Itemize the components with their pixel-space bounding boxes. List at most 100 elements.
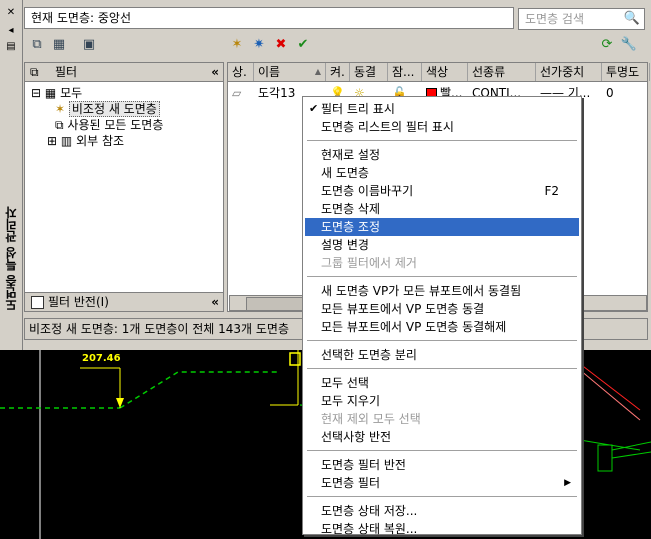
collapse-node-icon[interactable]: ⊟ (31, 86, 41, 100)
menu-item-5-1[interactable]: 도면층 필터 ▶ (305, 474, 579, 492)
layer-transparency[interactable]: 0 (602, 85, 650, 101)
filter-group-icon: ▦ (44, 86, 57, 100)
menu-item-1-3[interactable]: 도면층 삭제 (305, 200, 579, 218)
menu-item-label: 도면층 필터 (321, 476, 381, 490)
menu-item-label: 도면층 상태 복원... (321, 522, 418, 536)
tree-item-used-layers[interactable]: ⧉ 사용된 모든 도면층 (31, 117, 163, 133)
menu-separator (307, 140, 577, 142)
menu-item-label: 그룹 필터에서 제거 (321, 256, 417, 270)
auto-hide-icon[interactable]: ◂ (4, 24, 18, 38)
filter-icon: ✶ (55, 102, 66, 116)
menu-item-6-0[interactable]: 도면층 상태 저장... (305, 502, 579, 520)
xref-icon: ▥ (60, 134, 73, 148)
menu-item-6-1[interactable]: 도면층 상태 복원... (305, 520, 579, 538)
column-name[interactable]: 이름 ▲ (254, 63, 326, 81)
menu-item-0-1[interactable]: 도면층 리스트의 필터 표시 (305, 118, 579, 136)
menu-item-label: 모든 뷰포트에서 VP 도면층 동결해제 (321, 320, 507, 334)
menu-item-label: 선택한 도면층 분리 (321, 348, 417, 362)
layer-context-menu: 필터 트리 표시 ✔ 도면층 리스트의 필터 표시 현재로 설정 새 도면층 도면층 이름… (302, 96, 582, 538)
column-linetype[interactable]: 선종류 (468, 63, 536, 81)
menu-item-label: 도면층 조정 (321, 220, 381, 234)
menu-item-label: 모두 지우기 (321, 394, 381, 408)
menu-separator (307, 368, 577, 370)
menu-item-4-2[interactable]: 현재 제외 모두 선택 (305, 410, 579, 428)
palette-title: 도면층 특성 관리자 (4, 206, 19, 312)
new-property-filter-icon[interactable]: ⧉ (28, 36, 46, 54)
menu-item-0-0[interactable]: 필터 트리 표시 ✔ (305, 100, 579, 118)
menu-separator (307, 276, 577, 278)
filter-header-label: 필터 (55, 65, 78, 79)
menu-item-label: 모두 선택 (321, 376, 369, 390)
menu-separator (307, 450, 577, 452)
layer-search-input[interactable]: 도면층 검색 🔍 (518, 8, 645, 30)
scrollbar-thumb[interactable] (246, 297, 308, 311)
invert-filter-label: 필터 반전(I) (48, 295, 109, 309)
invert-filter-checkbox[interactable] (31, 296, 44, 309)
layer-states-manager-icon[interactable]: ▣ (80, 36, 98, 54)
menu-item-label: 새 도면층 (321, 166, 369, 180)
new-vp-frozen-layer-icon[interactable]: ✷ (250, 36, 268, 54)
menu-item-4-3[interactable]: 선택사항 반전 (305, 428, 579, 446)
menu-item-2-0[interactable]: 새 도면층 VP가 모든 뷰포트에서 동결됨 (305, 282, 579, 300)
column-transparency[interactable]: 투명도 (602, 63, 650, 81)
collapse-filter-bottom-icon[interactable]: « (211, 293, 219, 311)
layer-table-header: 상. 이름 ▲ 켜. 동결 잠... 색상 선종류 선가중치 투명도 (228, 63, 650, 82)
menu-item-label: 도면층 필터 반전 (321, 458, 406, 472)
menu-item-1-4[interactable]: 도면층 조정 (305, 218, 579, 236)
tree-item-all[interactable]: ⊟ ▦ 모두 (31, 85, 163, 101)
menu-item-3-0[interactable]: 선택한 도면층 분리 (305, 346, 579, 364)
tree-item-unreconciled[interactable]: ✶ 비조정 새 도면층 (31, 101, 163, 117)
filter-pane-header: ⧉ 필터 « (25, 63, 223, 82)
filter-icon: ⧉ (55, 118, 64, 132)
column-on[interactable]: 켜. (326, 63, 350, 81)
menu-item-label: 설명 변경 (321, 238, 369, 252)
menu-item-5-0[interactable]: 도면층 필터 반전 (305, 456, 579, 474)
layer-status-icon: ▱ (232, 86, 242, 100)
delete-layer-icon[interactable]: ✖ (272, 36, 290, 54)
set-current-icon[interactable]: ✔ (294, 36, 312, 54)
menu-item-label: 현재로 설정 (321, 148, 381, 162)
refresh-icon[interactable]: ⟳ (598, 36, 616, 54)
checkmark-icon: ✔ (309, 102, 319, 115)
filter-tree-pane[interactable]: ⧉ 필터 « ⊟ ▦ 모두 ✶ 비조정 새 도면층 ⧉ 사용된 모든 도면층 ⊞… (24, 62, 224, 312)
current-layer-label: 현재 도면층: 중앙선 (24, 7, 514, 29)
expand-node-icon[interactable]: ⊞ (47, 134, 57, 148)
menu-item-1-6[interactable]: 그룹 필터에서 제거 (305, 254, 579, 272)
settings-icon[interactable]: 🔧 (620, 36, 638, 54)
submenu-arrow-icon: ▶ (564, 478, 571, 488)
menu-item-1-2[interactable]: 도면층 이름바꾸기 F2 (305, 182, 579, 200)
menu-item-2-2[interactable]: 모든 뷰포트에서 VP 도면층 동결해제 (305, 318, 579, 336)
menu-item-label: 도면층 상태 저장... (321, 504, 418, 518)
menu-item-1-1[interactable]: 새 도면층 (305, 164, 579, 182)
new-layer-icon[interactable]: ✶ (228, 36, 246, 54)
invert-filter-row: 필터 반전(I) « (25, 292, 223, 311)
collapse-filter-icon[interactable]: « (211, 63, 219, 81)
column-color[interactable]: 색상 (422, 63, 468, 81)
palette-sidebar[interactable]: ✕ ◂ ▤ 도면층 특성 관리자 (0, 0, 23, 350)
menu-shortcut: F2 (544, 184, 559, 198)
menu-item-label: 선택사항 반전 (321, 430, 392, 444)
menu-item-label: 현재 제외 모두 선택 (321, 412, 421, 426)
search-icon[interactable]: 🔍 (624, 11, 640, 27)
menu-item-2-1[interactable]: 모든 뷰포트에서 VP 도면층 동결 (305, 300, 579, 318)
tree-item-xref[interactable]: ⊞ ▥ 외부 참조 (31, 133, 163, 149)
new-group-filter-icon[interactable]: ▦ (50, 36, 68, 54)
menu-item-label: 도면층 리스트의 필터 표시 (321, 120, 454, 134)
menu-item-4-0[interactable]: 모두 선택 (305, 374, 579, 392)
properties-icon[interactable]: ▤ (4, 40, 18, 54)
menu-separator (307, 496, 577, 498)
menu-item-label: 필터 트리 표시 (321, 102, 395, 116)
column-status[interactable]: 상. (228, 63, 254, 81)
menu-item-1-5[interactable]: 설명 변경 (305, 236, 579, 254)
column-lineweight[interactable]: 선가중치 (536, 63, 602, 81)
column-lock[interactable]: 잠... (388, 63, 422, 81)
menu-item-label: 도면층 이름바꾸기 (321, 184, 414, 198)
column-freeze[interactable]: 동결 (350, 63, 388, 81)
filter-header-icon: ⧉ (30, 65, 39, 79)
menu-separator (307, 340, 577, 342)
menu-item-label: 새 도면층 VP가 모든 뷰포트에서 동결됨 (321, 284, 522, 298)
close-icon[interactable]: ✕ (4, 6, 18, 20)
menu-item-4-1[interactable]: 모두 지우기 (305, 392, 579, 410)
menu-item-1-0[interactable]: 현재로 설정 (305, 146, 579, 164)
filter-tree: ⊟ ▦ 모두 ✶ 비조정 새 도면층 ⧉ 사용된 모든 도면층 ⊞ ▥ 외부 참… (31, 85, 163, 149)
